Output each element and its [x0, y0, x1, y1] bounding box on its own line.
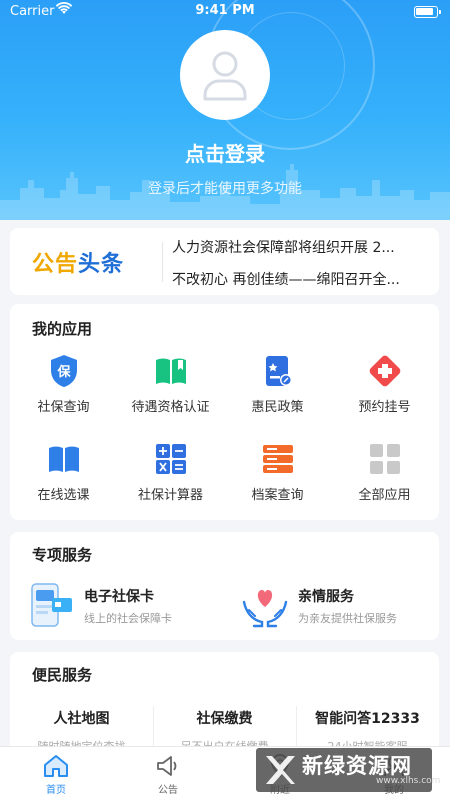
watermark-logo-icon [266, 756, 295, 784]
grid-apps-icon [368, 442, 402, 476]
notice-logo-part2: 头条 [78, 252, 125, 277]
convenience-title: 便民服务 [32, 666, 93, 684]
site-watermark: 新绿资源网 www.xlhs.com [256, 748, 440, 792]
megaphone-icon [112, 753, 224, 779]
shield-bao-icon: 保 [47, 354, 81, 388]
login-title[interactable]: 点击登录 [0, 138, 450, 167]
notice-headline-1[interactable]: 人力资源社会保障部将组织开展 2... [172, 237, 430, 257]
service-title: 亲情服务 [298, 589, 354, 605]
book-bookmark-icon [154, 354, 188, 388]
special-services-card: 专项服务 电子社保卡 线上的社会保障卡 亲情服务 为亲友提供社保服务 [10, 532, 439, 640]
hands-heart-icon [242, 590, 288, 628]
app-label: 社保计算器 [137, 488, 203, 503]
watermark-url: www.xlhs.com [376, 776, 441, 786]
convenience-item-title: 社保缴费 [196, 711, 253, 727]
my-apps-title: 我的应用 [32, 320, 93, 338]
service-title: 电子社保卡 [84, 589, 154, 605]
app-social-security-query[interactable]: 保 社保查询 [10, 354, 117, 415]
app-label: 惠民政策 [251, 400, 304, 415]
app-welfare-policy[interactable]: 惠民政策 [224, 354, 331, 415]
notice-headline-2[interactable]: 不改初心 再创佳绩——绵阳召开全... [172, 269, 430, 289]
app-calculator[interactable]: 社保计算器 [117, 442, 224, 503]
app-label: 预约挂号 [358, 400, 411, 415]
open-book-icon [47, 442, 81, 476]
app-label: 档案查询 [251, 488, 304, 503]
notice-logo: 公告头条 [32, 246, 124, 278]
service-family[interactable]: 亲情服务 为亲友提供社保服务 [240, 580, 440, 630]
login-subtitle: 登录后才能使用更多功能 [148, 181, 302, 197]
app-label: 社保查询 [37, 400, 90, 415]
battery-icon [414, 6, 441, 18]
tab-home[interactable]: 首页 [0, 753, 112, 796]
user-silhouette-icon [203, 51, 247, 101]
archive-server-icon [261, 442, 295, 476]
app-qualification-cert[interactable]: 待遇资格认证 [117, 354, 224, 415]
phone-card-icon [31, 583, 72, 627]
avatar[interactable] [180, 30, 270, 120]
policy-doc-icon [261, 354, 295, 388]
app-archive-query[interactable]: 档案查询 [224, 442, 331, 503]
app-label: 待遇资格认证 [131, 400, 210, 415]
tab-label: 公告 [158, 785, 178, 796]
app-online-course[interactable]: 在线选课 [10, 442, 117, 503]
notice-headlines-card[interactable]: 公告头条 人力资源社会保障部将组织开展 2... 不改初心 再创佳绩——绵阳召开… [10, 228, 439, 295]
notice-logo-part1: 公告 [32, 252, 79, 277]
calculator-icon [154, 442, 188, 476]
notice-divider [162, 242, 163, 282]
special-services-title: 专项服务 [32, 546, 93, 564]
home-icon [0, 753, 112, 779]
convenience-item-title: 人社地图 [53, 711, 110, 727]
clock-time: 9:41 PM [195, 3, 255, 18]
status-bar: Carrier 9:41 PM [0, 0, 450, 24]
medical-cross-icon [368, 354, 402, 388]
service-e-card[interactable]: 电子社保卡 线上的社会保障卡 [26, 580, 226, 630]
app-label: 全部应用 [358, 488, 411, 503]
service-subtitle: 线上的社会保障卡 [84, 612, 172, 625]
app-appointment-registration[interactable]: 预约挂号 [331, 354, 438, 415]
profile-header: Carrier 9:41 PM 点击登录 登录后才能使用更多功能 [0, 0, 450, 220]
app-all-apps[interactable]: 全部应用 [331, 442, 438, 503]
app-label: 在线选课 [37, 488, 90, 503]
tab-label: 首页 [46, 785, 66, 796]
my-apps-card: 我的应用 保 社保查询 待遇资格认证 惠民政策 预约挂号 在线选课 社保计算器 [10, 304, 439, 520]
convenience-item-title: 智能问答12333 [315, 711, 420, 727]
svg-text:保: 保 [56, 364, 71, 380]
service-subtitle: 为亲友提供社保服务 [298, 612, 397, 625]
tab-notice[interactable]: 公告 [112, 753, 224, 796]
